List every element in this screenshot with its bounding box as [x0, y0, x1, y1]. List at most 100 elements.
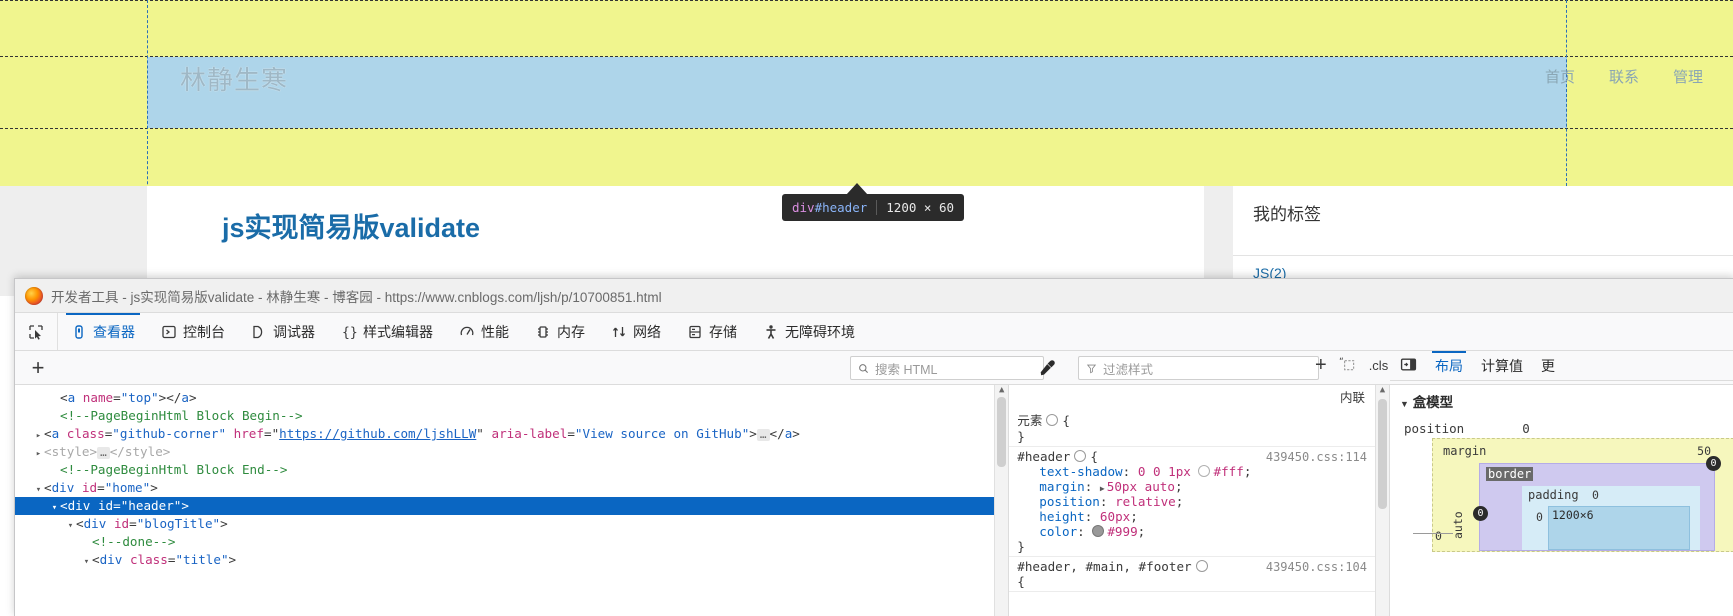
css-decl-margin[interactable]: margin: ▶ 50px auto; [1017, 479, 1389, 494]
dom-scroll-up-arrow[interactable]: ▲ [997, 385, 1006, 395]
search-icon [859, 363, 869, 373]
add-rule-button[interactable]: + [1315, 354, 1327, 377]
nav-item-home[interactable]: 首页 [1545, 66, 1575, 87]
tab-style-editor[interactable]: {} 样式编辑器 [328, 313, 446, 350]
collapsed-children-badge[interactable]: … [97, 446, 110, 459]
tab-layout[interactable]: 布局 [1432, 351, 1466, 376]
box-model-diagram: position 0 margin 50 auto 0 border 0 0 p… [1390, 411, 1733, 552]
eyedropper-button[interactable] [1037, 358, 1057, 378]
dom-node-twisty[interactable]: ▾ [81, 553, 92, 571]
dom-token: = [567, 426, 575, 441]
css-rules-pane[interactable]: 内联 元素{ } 439450.css:114 #header{ text-sh… [1009, 385, 1390, 616]
dom-node[interactable]: <!--PageBeginHtml Block End--> [15, 461, 1008, 479]
tab-performance[interactable]: 性能 [446, 313, 522, 350]
sidebar-toggle-button[interactable] [1400, 356, 1417, 376]
element-picker-button[interactable] [15, 313, 58, 350]
dom-tree-pane[interactable]: <a name="top"></a> <!--PageBeginHtml Bloc… [15, 385, 1010, 616]
box-model-margin-left-auto[interactable]: auto [1451, 511, 1465, 539]
dom-token: "home" [104, 480, 151, 495]
dom-scroll-thumb[interactable] [997, 397, 1007, 467]
dom-token: > [749, 426, 757, 441]
guide-line-header-top [0, 56, 1733, 57]
css-selector-element: 元素 [1017, 413, 1043, 428]
tab-accessibility[interactable]: 无障碍环境 [750, 313, 868, 350]
tab-more[interactable]: 更 [1541, 356, 1555, 376]
css-rule-element[interactable]: 元素{ } [1009, 408, 1389, 447]
dom-token: = [97, 480, 105, 495]
dom-node[interactable]: <a name="top"></a> [15, 389, 1008, 407]
dom-node[interactable]: ▾ <div id="blogTitle"> [15, 515, 1008, 533]
dom-node[interactable]: ▾ <div class="title"> [15, 551, 1008, 569]
tab-network[interactable]: 网络 [598, 313, 674, 350]
box-model-border-left-badge[interactable]: 0 [1473, 506, 1488, 521]
tooltip-separator [876, 200, 878, 215]
dom-node-selected[interactable]: ▾ <div id="header"> [15, 497, 1009, 515]
css-rule-source-2[interactable]: 439450.css:104 [1266, 560, 1367, 574]
box-model-twisty[interactable]: ▼ [1400, 399, 1409, 409]
box-model-margin-top[interactable]: 50 [1697, 444, 1711, 458]
dom-token: "github-corner" [112, 426, 227, 441]
tab-storage[interactable]: 存储 [674, 313, 750, 350]
dom-node[interactable]: ▸ <style>… </style> [15, 443, 1008, 461]
css-rule-gear-icon[interactable] [1046, 414, 1059, 426]
dom-token: " [476, 426, 484, 441]
color-swatch-white[interactable] [1198, 465, 1211, 477]
css-rules-scrollbar[interactable]: ▲ [1375, 385, 1389, 616]
dom-node[interactable]: ▸ <a class="github-corner" href="https://… [15, 425, 1008, 443]
box-model-left-zero[interactable]: 0 [1435, 529, 1442, 543]
style-filter-placeholder: 过滤样式 [1103, 362, 1154, 377]
margin-expand-triangle[interactable]: ▶ [1100, 484, 1105, 493]
css-decl-position[interactable]: position: relative; [1017, 494, 1389, 509]
dom-token[interactable]: https://github.com/ljshLLW [279, 426, 476, 441]
css-rule-gear-icon-2[interactable] [1074, 450, 1087, 462]
tab-inspector[interactable]: 查看器 [58, 313, 148, 350]
tab-computed[interactable]: 计算值 [1481, 356, 1523, 376]
post-title[interactable]: js实现简易版validate [222, 206, 480, 245]
css-rule-source-header[interactable]: 439450.css:114 [1266, 450, 1367, 464]
debugger-icon [253, 325, 263, 338]
dom-token: href [233, 426, 264, 441]
box-model-position-value[interactable]: 0 [1522, 421, 1530, 436]
box-model-padding-top[interactable]: 0 [1592, 488, 1599, 502]
css-rule-header-main-footer[interactable]: 439450.css:104 #header, #main, #footer { [1009, 557, 1389, 592]
box-model-content-box[interactable]: 1200×6 [1548, 506, 1690, 550]
pseudo-class-button[interactable]: “ [1339, 355, 1357, 376]
dom-token: class [66, 426, 105, 441]
css-decl-height[interactable]: height: 60px; [1017, 509, 1389, 524]
dom-node[interactable]: <!--PageBeginHtml Block Begin--> [15, 407, 1008, 425]
network-icon [612, 326, 626, 337]
tab-debugger[interactable]: 调试器 [238, 313, 328, 350]
color-swatch-gray[interactable] [1092, 525, 1105, 537]
add-node-button[interactable]: + [15, 355, 61, 381]
html-search-input[interactable]: 搜索 HTML [850, 356, 1044, 380]
css-rule-open-brace-3: { [1017, 574, 1025, 589]
dom-token [106, 516, 114, 531]
dom-node[interactable]: <!--done--> [15, 533, 1008, 551]
css-scroll-up-arrow[interactable]: ▲ [1378, 385, 1387, 395]
box-model-border-top-badge[interactable]: 0 [1706, 456, 1721, 471]
site-nav[interactable]: 首页 联系 管理 [1545, 66, 1703, 87]
nav-item-admin[interactable]: 管理 [1673, 66, 1703, 87]
dom-tree-scrollbar[interactable]: ▲ [994, 385, 1009, 616]
tab-memory[interactable]: 内存 [522, 313, 598, 350]
box-model-padding-left[interactable]: 0 [1536, 510, 1543, 524]
nav-item-contact[interactable]: 联系 [1609, 66, 1639, 87]
box-model-section-header[interactable]: ▼ 盒模型 [1390, 381, 1733, 411]
css-rule-gear-icon-3[interactable] [1195, 560, 1208, 572]
style-filter-input[interactable]: 过滤样式 [1078, 356, 1319, 380]
dom-node[interactable]: ▾ <div id="home"> [15, 479, 1008, 497]
dom-token: div [67, 498, 91, 513]
css-decl-text-shadow[interactable]: text-shadow: 0 0 1px #fff; [1017, 464, 1389, 479]
svg-text:{}: {} [342, 325, 357, 340]
css-scroll-thumb[interactable] [1378, 399, 1387, 509]
css-rule-header[interactable]: 439450.css:114 #header{ text-shadow: 0 0… [1009, 447, 1389, 557]
dom-token: div [99, 552, 123, 567]
class-toggle-button[interactable]: .cls [1369, 358, 1389, 373]
collapsed-children-badge[interactable]: … [756, 428, 770, 441]
tab-console[interactable]: 控制台 [148, 313, 238, 350]
memory-icon [538, 325, 548, 338]
css-decl-color[interactable]: color: #999; [1017, 524, 1389, 539]
css-inline-label: 内联 [1339, 390, 1365, 405]
dom-token: = [113, 390, 121, 405]
box-model-content-size[interactable]: 1200×6 [1552, 508, 1594, 522]
